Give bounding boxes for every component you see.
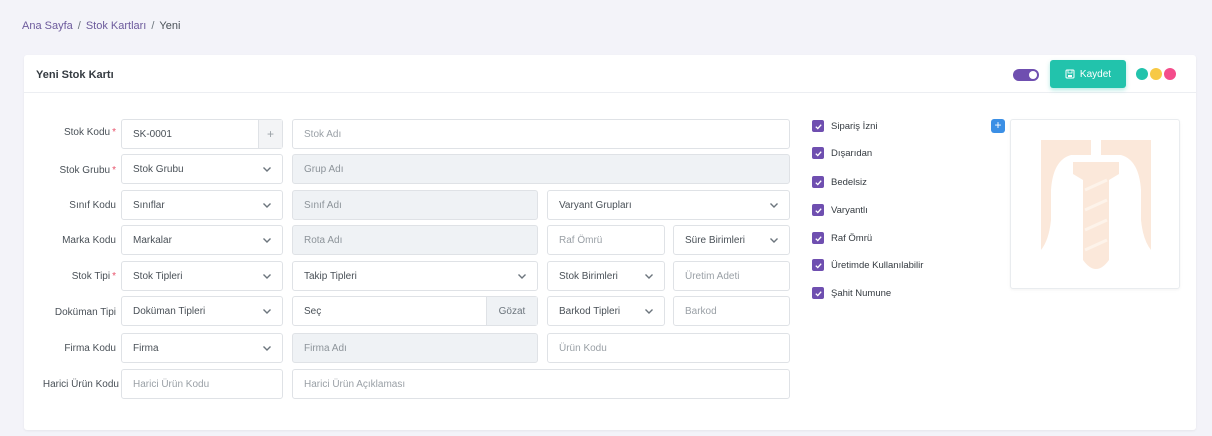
sinif-kodu-label: Sınıf Kodu xyxy=(69,200,116,211)
marka-kodu-label: Marka Kodu xyxy=(62,235,116,246)
checkbox-label: Şahit Numune xyxy=(831,287,892,299)
stok-birimleri-select[interactable]: Stok Birimleri xyxy=(547,261,665,291)
harici-urun-kodu-input[interactable]: Harici Ürün Kodu xyxy=(121,369,283,399)
chevron-down-icon xyxy=(263,309,271,314)
barkod-tipleri-select[interactable]: Barkod Tipleri xyxy=(547,296,665,326)
status-dot-teal[interactable] xyxy=(1136,68,1148,80)
breadcrumb-section-link[interactable]: Stok Kartları xyxy=(86,20,147,32)
chevron-down-icon xyxy=(518,274,526,279)
page-title: Yeni Stok Kartı xyxy=(36,69,114,81)
stok-kodu-value: SK-0001 xyxy=(133,128,172,140)
add-image-button[interactable]: + xyxy=(991,119,1005,133)
checkbox-label: Varyantlı xyxy=(831,204,868,216)
sinif-adi-input[interactable]: Sınıf Adı xyxy=(292,190,538,220)
checkbox-checked-icon[interactable] xyxy=(812,176,824,188)
harici-urun-kodu-label: Harici Ürün Kodu xyxy=(42,379,119,390)
active-toggle[interactable] xyxy=(1013,69,1039,81)
varyant-gruplari-select[interactable]: Varyant Grupları xyxy=(547,190,790,220)
chevron-down-icon xyxy=(263,167,271,172)
checkbox-checked-icon[interactable] xyxy=(812,120,824,132)
firma-adi-input[interactable]: Firma Adı xyxy=(292,333,538,363)
urun-kodu-input[interactable]: Ürün Kodu xyxy=(547,333,790,363)
stok-kodu-input[interactable]: SK-0001 + xyxy=(121,119,283,149)
card-header: Yeni Stok Kartı Kaydet xyxy=(24,55,1196,93)
chevron-down-icon xyxy=(263,346,271,351)
logo-placeholder-icon xyxy=(1041,140,1151,269)
chevron-down-icon xyxy=(770,203,778,208)
checkbox-checked-icon[interactable] xyxy=(812,259,824,271)
checkbox-label: Dışarıdan xyxy=(831,147,873,159)
firma-select[interactable]: Firma xyxy=(121,333,283,363)
save-button[interactable]: Kaydet xyxy=(1050,60,1126,88)
checkbox-label: Raf Ömrü xyxy=(831,232,873,244)
sure-birimleri-select[interactable]: Süre Birimleri xyxy=(673,225,790,255)
stok-kodu-label: Stok Kodu * xyxy=(63,127,116,138)
firma-kodu-label: Firma Kodu xyxy=(64,343,116,354)
breadcrumb: Ana Sayfa / Stok Kartları / Yeni xyxy=(22,20,180,32)
checkbox-varyantli[interactable]: Varyantlı xyxy=(812,204,868,216)
chevron-down-icon xyxy=(645,309,653,314)
barkod-input[interactable]: Barkod xyxy=(673,296,790,326)
chevron-down-icon xyxy=(263,238,271,243)
chevron-down-icon xyxy=(770,238,778,243)
save-button-label: Kaydet xyxy=(1079,68,1112,80)
checkbox-checked-icon[interactable] xyxy=(812,232,824,244)
breadcrumb-home-link[interactable]: Ana Sayfa xyxy=(22,20,73,32)
raf-omru-input[interactable]: Raf Ömrü xyxy=(547,225,665,255)
checkbox-sahit-numune[interactable]: Şahit Numune xyxy=(812,287,891,299)
checkbox-bedelsiz[interactable]: Bedelsiz xyxy=(812,176,867,188)
dokuman-tipleri-select[interactable]: Doküman Tipleri xyxy=(121,296,283,326)
status-dot-pink[interactable] xyxy=(1164,68,1176,80)
checkbox-siparis-izni[interactable]: Sipariş İzni xyxy=(812,120,877,132)
save-icon xyxy=(1065,69,1075,79)
uretim-adeti-input[interactable]: Üretim Adeti xyxy=(673,261,790,291)
dokuman-tipi-label: Doküman Tipi xyxy=(54,307,116,318)
chevron-down-icon xyxy=(263,274,271,279)
browse-button[interactable]: Gözat xyxy=(486,297,537,325)
stok-kodu-add-button[interactable]: + xyxy=(258,120,282,148)
stok-tipi-label: Stok Tipi * xyxy=(71,271,116,282)
file-select-input[interactable]: Seç Gözat xyxy=(292,296,538,326)
status-dot-yellow[interactable] xyxy=(1150,68,1162,80)
checkbox-label: Üretimde Kullanılabilir xyxy=(831,259,924,271)
breadcrumb-separator: / xyxy=(151,20,155,32)
stok-adi-input[interactable]: Stok Adı xyxy=(292,119,790,149)
chevron-down-icon xyxy=(263,203,271,208)
checkbox-label: Sipariş İzni xyxy=(831,120,878,132)
product-image-placeholder xyxy=(1010,119,1180,289)
checkbox-uretimde-kullanilabilir[interactable]: Üretimde Kullanılabilir xyxy=(812,259,923,271)
chevron-down-icon xyxy=(645,274,653,279)
grup-adi-input[interactable]: Grup Adı xyxy=(292,154,790,184)
stok-grubu-label: Stok Grubu * xyxy=(59,165,117,176)
breadcrumb-separator: / xyxy=(77,20,81,32)
stock-card-panel: Yeni Stok Kartı Kaydet Stok Kodu * SK-000… xyxy=(24,55,1196,430)
markalar-select[interactable]: Markalar xyxy=(121,225,283,255)
color-dots xyxy=(1136,68,1176,80)
checkbox-raf-omru[interactable]: Raf Ömrü xyxy=(812,232,872,244)
breadcrumb-current: Yeni xyxy=(159,20,181,32)
stok-grubu-select[interactable]: Stok Grubu xyxy=(121,154,283,184)
rota-adi-input[interactable]: Rota Adı xyxy=(292,225,538,255)
checkbox-label: Bedelsiz xyxy=(831,176,867,188)
takip-tipleri-select[interactable]: Takip Tipleri xyxy=(292,261,538,291)
checkbox-checked-icon[interactable] xyxy=(812,287,824,299)
stok-tipleri-select[interactable]: Stok Tipleri xyxy=(121,261,283,291)
checkbox-checked-icon[interactable] xyxy=(812,204,824,216)
harici-urun-aciklamasi-input[interactable]: Harici Ürün Açıklaması xyxy=(292,369,790,399)
checkbox-checked-icon[interactable] xyxy=(812,147,824,159)
checkbox-disaridan[interactable]: Dışarıdan xyxy=(812,147,872,159)
siniflar-select[interactable]: Sınıflar xyxy=(121,190,283,220)
